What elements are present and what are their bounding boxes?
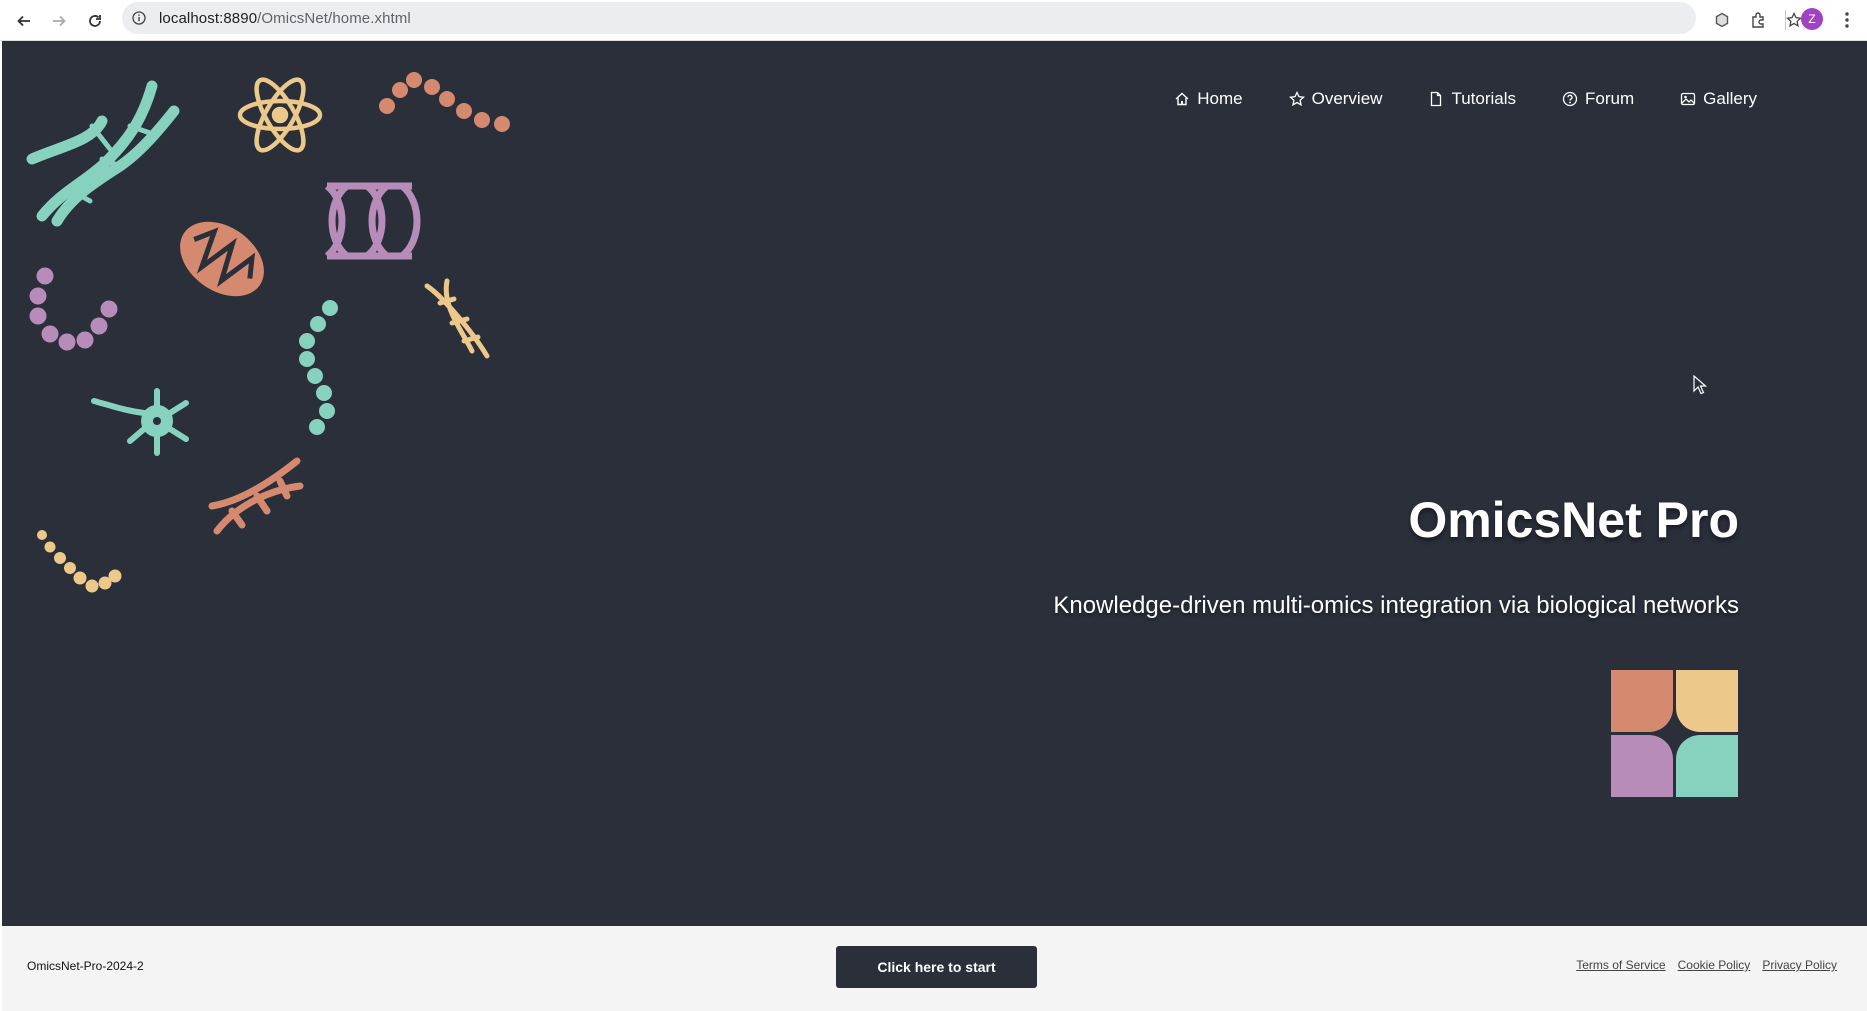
nav-overview-label: Overview [1311,89,1383,108]
document-icon [1431,91,1442,107]
page-subtitle: Knowledge-driven multi-omics integration… [1053,592,1739,619]
back-button[interactable] [9,6,39,36]
nav-forum-label: Forum [1585,89,1635,108]
profile-avatar[interactable]: Z [1801,8,1823,30]
site-info-icon[interactable] [130,9,148,27]
main-navigation: Home Overview Tutorials Forum Gallery [1174,89,1757,109]
mouse-cursor-icon [1693,375,1707,395]
mitochondria-icon [180,221,264,297]
start-button[interactable]: Click here to start [836,946,1037,988]
reload-button[interactable] [80,6,110,36]
cookie-policy-link[interactable]: Cookie Policy [1678,958,1751,972]
url-host: localhost:8890 [159,10,258,27]
dna-icon [424,278,490,359]
bead-chain-icon [379,72,510,132]
nav-tutorials[interactable]: Tutorials [1428,89,1516,109]
toolbar-separator [1785,10,1786,30]
nav-tutorials-label: Tutorials [1451,89,1517,108]
footer: OmicsNet-Pro-2024-2 Click here to start … [2,926,1867,1011]
bead-chain-icon [29,267,118,351]
hero-section: Home Overview Tutorials Forum Gallery Om… [2,41,1867,926]
atom-icon [237,77,323,153]
privacy-policy-link[interactable]: Privacy Policy [1762,958,1837,972]
profile-initial: Z [1808,12,1816,26]
bead-chain-icon [299,300,338,435]
nav-gallery[interactable]: Gallery [1680,89,1757,109]
url-text[interactable]: localhost:8890/OmicsNet/home.xhtml [159,10,411,27]
forward-button[interactable] [44,6,74,36]
extension-hexagon-icon[interactable] [1708,6,1736,34]
url-path: /OmicsNet/home.xhtml [257,10,411,27]
star-icon [1288,91,1305,107]
biology-illustrations [26,72,510,593]
version-label: OmicsNet-Pro-2024-2 [27,959,144,973]
nav-gallery-label: Gallery [1703,89,1757,108]
address-bar[interactable]: localhost:8890/OmicsNet/home.xhtml [122,2,1802,34]
terms-of-service-link[interactable]: Terms of Service [1576,958,1665,972]
footer-links: Terms of Service Cookie Policy Privacy P… [1576,958,1837,972]
dna-icon [26,80,180,227]
image-icon [1680,92,1696,106]
nav-home[interactable]: Home [1174,89,1243,109]
dna-icon [324,182,421,260]
extensions-puzzle-icon[interactable] [1745,6,1773,34]
home-icon [1175,92,1189,106]
browser-menu-icon[interactable] [1833,6,1861,34]
bead-chain-icon [37,530,122,593]
dna-icon [208,457,304,535]
reload-icon [89,15,101,27]
page-title: OmicsNet Pro [1408,492,1739,548]
question-circle-icon [1562,91,1578,107]
back-arrow-icon [17,15,30,27]
nav-overview[interactable]: Overview [1288,89,1383,109]
nav-home-label: Home [1197,89,1243,108]
nav-forum[interactable]: Forum [1562,89,1634,109]
omicsnet-logo-icon [1611,670,1738,797]
browser-toolbar: localhost:8890/OmicsNet/home.xhtml Z [0,0,1867,41]
forward-arrow-icon [53,15,66,27]
neuron-icon [91,388,189,456]
